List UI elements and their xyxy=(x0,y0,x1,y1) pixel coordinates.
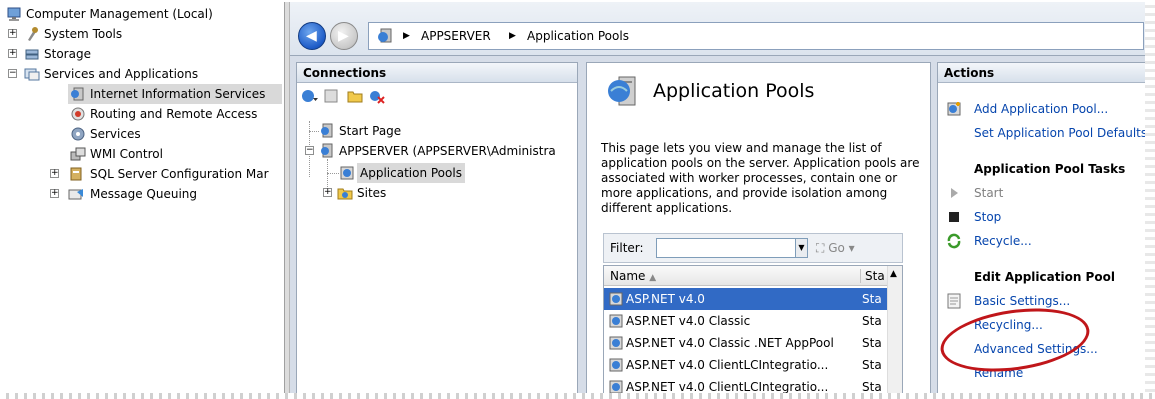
message-queuing-icon xyxy=(68,189,83,200)
list-item-aspnet-v40-classic-net-apppool[interactable]: ASP.NET v4.0 Classic .NET AppPool Sta xyxy=(604,332,888,354)
app-pool-icon xyxy=(609,314,623,328)
app-pool-icon xyxy=(609,336,623,350)
connect-icon[interactable] xyxy=(301,88,319,104)
page-title: Application Pools xyxy=(653,80,815,102)
page-description: This page lets you view and manage the l… xyxy=(601,141,920,215)
breadcrumb-separator: ▶ xyxy=(403,31,410,41)
iis-icon xyxy=(71,87,84,101)
column-header-name[interactable]: Name ▲ xyxy=(610,269,656,283)
tree-item-computer-management[interactable]: Computer Management (Local) xyxy=(6,4,284,24)
tools-icon xyxy=(28,27,38,41)
tree-item-storage[interactable]: + Storage xyxy=(6,44,284,64)
filter-input[interactable] xyxy=(656,238,796,258)
breadcrumb-appserver[interactable]: APPSERVER xyxy=(421,28,491,44)
folder-icon[interactable] xyxy=(347,88,363,104)
navigation-bar: ◀ ▶ ▶ APPSERVER ▶ Application Pools xyxy=(290,2,1150,56)
app-pool-icon xyxy=(609,292,623,306)
scroll-up-arrow-icon[interactable]: ▲ xyxy=(890,269,897,279)
binoculars-icon: ⛶ xyxy=(816,241,829,255)
application-pool-tasks-heading: Application Pool Tasks xyxy=(974,162,1126,176)
connections-panel: Connections Start Page − APPSERVER (APPS… xyxy=(296,62,578,396)
collapse-icon[interactable]: − xyxy=(305,146,314,155)
connection-start-page[interactable]: Start Page xyxy=(319,121,569,141)
sort-asc-icon: ▲ xyxy=(649,273,657,283)
connection-sites[interactable]: + Sites xyxy=(319,183,469,203)
app-pool-icon xyxy=(609,358,623,372)
expand-icon[interactable]: + xyxy=(323,188,332,197)
tree-line xyxy=(327,173,339,174)
breadcrumb-separator: ▶ xyxy=(509,31,516,41)
torn-edge-bottom xyxy=(0,393,1155,399)
content-panel: Application Pools This page lets you vie… xyxy=(586,62,931,396)
tree-item-message-queuing[interactable]: + Message Queuing xyxy=(6,184,284,204)
application-pools-icon xyxy=(340,166,354,180)
connection-application-pools[interactable]: Application Pools xyxy=(339,163,489,183)
tree-item-wmi-control[interactable]: WMI Control xyxy=(68,144,282,164)
wmi-icon xyxy=(70,147,86,161)
sites-folder-icon xyxy=(337,188,353,200)
list-item-aspnet-v40[interactable]: ASP.NET v4.0 Sta xyxy=(604,288,888,310)
back-arrow-icon: ◀ xyxy=(306,28,317,44)
forward-button[interactable]: ▶ xyxy=(330,22,358,50)
save-icon[interactable] xyxy=(323,88,339,104)
recycle-icon xyxy=(947,233,961,249)
actions-header: Actions xyxy=(938,63,1150,83)
expand-icon[interactable]: + xyxy=(8,29,17,38)
play-icon xyxy=(951,188,958,198)
start-page-icon xyxy=(321,123,333,138)
edit-application-pool-heading: Edit Application Pool xyxy=(974,270,1115,284)
vertical-scrollbar[interactable]: ▲ xyxy=(887,266,902,395)
console-tree: Computer Management (Local) + System Too… xyxy=(2,2,285,396)
storage-icon xyxy=(25,49,39,60)
collapse-icon[interactable]: − xyxy=(8,69,17,78)
delete-connection-icon[interactable] xyxy=(369,88,385,104)
filter-label: Filter: xyxy=(610,241,644,255)
computer-management-icon xyxy=(7,7,21,21)
tree-item-routing-remote-access[interactable]: Routing and Remote Access xyxy=(68,104,282,124)
connections-header: Connections xyxy=(297,63,577,83)
filter-bar: Filter: ▼ ⛶ Go ▾ xyxy=(603,233,903,263)
forward-arrow-icon: ▶ xyxy=(338,28,349,44)
connections-toolbar xyxy=(297,84,577,110)
list-item-aspnet-v40-clientlc-1[interactable]: ASP.NET v4.0 ClientLCIntegratio... Sta xyxy=(604,354,888,376)
breadcrumb-application-pools[interactable]: Application Pools xyxy=(527,28,629,44)
routing-icon xyxy=(71,107,85,121)
tree-item-sql-server-config[interactable]: + SQL Server Configuration Mar xyxy=(6,164,284,184)
list-item-aspnet-v40-classic[interactable]: ASP.NET v4.0 Classic Sta xyxy=(604,310,888,332)
list-header: Name ▲ Sta xyxy=(604,266,902,286)
tree-item-services-and-applications[interactable]: − Services and Applications xyxy=(6,64,284,84)
tree-line xyxy=(309,131,319,132)
add-pool-icon xyxy=(947,102,961,116)
server-icon xyxy=(321,143,333,158)
settings-page-icon xyxy=(947,293,961,309)
torn-edge-right xyxy=(1145,0,1155,399)
filter-dropdown-button[interactable]: ▼ xyxy=(796,238,808,258)
address-bar[interactable]: ▶ APPSERVER ▶ Application Pools xyxy=(368,22,1144,50)
tree-item-iis[interactable]: Internet Information Services xyxy=(68,84,282,104)
tree-item-system-tools[interactable]: + System Tools xyxy=(6,24,284,44)
mmc-window: Computer Management (Local) + System Too… xyxy=(2,2,1150,396)
sql-server-icon xyxy=(70,167,82,181)
expand-icon[interactable]: + xyxy=(50,189,59,198)
expand-icon[interactable]: + xyxy=(50,169,59,178)
go-button[interactable]: ⛶ Go ▾ xyxy=(816,241,855,256)
application-pools-list[interactable]: Name ▲ Sta ASP.NET v4.0 Sta ASP.NET v4.0… xyxy=(603,265,903,395)
expand-icon[interactable]: + xyxy=(8,49,17,58)
gear-icon xyxy=(71,127,85,141)
back-button[interactable]: ◀ xyxy=(298,22,326,50)
server-icon xyxy=(378,28,392,43)
application-pools-large-icon xyxy=(608,76,636,106)
stop-icon xyxy=(949,212,959,222)
connection-appserver[interactable]: − APPSERVER (APPSERVER\Administra xyxy=(301,141,577,161)
services-apps-icon xyxy=(24,68,40,81)
tree-item-services[interactable]: Services xyxy=(68,124,282,144)
